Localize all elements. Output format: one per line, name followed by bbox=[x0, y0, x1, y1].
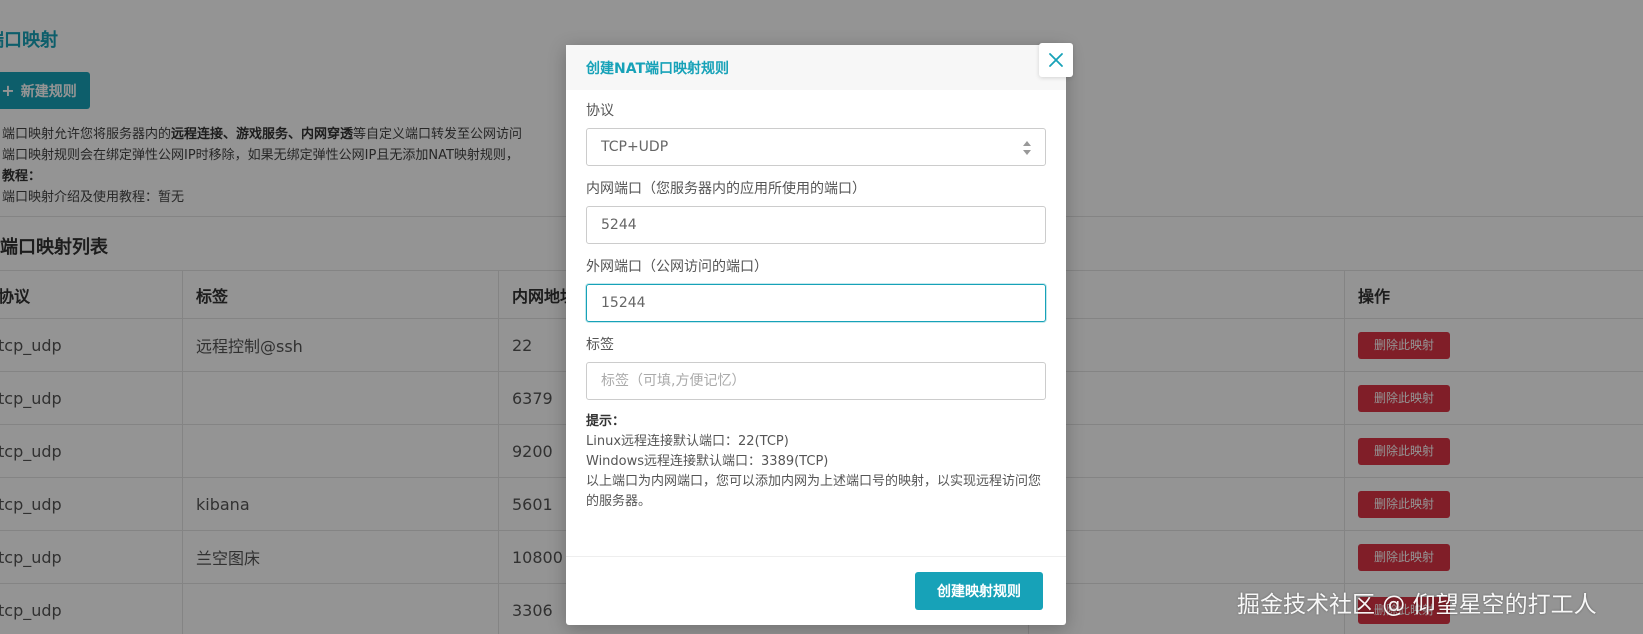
modal-body: 协议 TCP+UDP 内网端口（您服务器内的应用所使用的端口） 外网端口（公网访… bbox=[566, 90, 1066, 512]
internal-port-label: 内网端口（您服务器内的应用所使用的端口） bbox=[586, 181, 866, 197]
modal-header: 创建NAT端口映射规则 bbox=[566, 45, 1066, 90]
modal-title: 创建NAT端口映射规则 bbox=[586, 60, 730, 77]
tips-block: 提示： Linux远程连接默认端口：22(TCP) Windows远程连接默认端… bbox=[586, 412, 1046, 512]
select-arrows-icon bbox=[1023, 141, 1031, 155]
protocol-select[interactable]: TCP+UDP bbox=[586, 128, 1046, 166]
external-port-input[interactable] bbox=[586, 284, 1046, 322]
protocol-selected-value: TCP+UDP bbox=[601, 139, 669, 155]
close-button[interactable] bbox=[1039, 43, 1073, 77]
protocol-group: 协议 TCP+UDP bbox=[586, 100, 1046, 166]
tips-line-1: Linux远程连接默认端口：22(TCP) bbox=[586, 434, 789, 449]
tag-label: 标签 bbox=[586, 337, 614, 353]
modal-footer: 创建映射规则 bbox=[566, 556, 1066, 625]
tag-input[interactable] bbox=[586, 362, 1046, 400]
create-mapping-button[interactable]: 创建映射规则 bbox=[915, 572, 1043, 610]
external-port-label: 外网端口（公网访问的端口） bbox=[586, 259, 768, 275]
watermark: 掘金技术社区 @ 仰望星空的打工人 bbox=[1237, 592, 1597, 618]
create-nat-rule-dialog: 创建NAT端口映射规则 协议 TCP+UDP 内网端口（您服务器内的应用所使用的… bbox=[566, 43, 1073, 625]
internal-port-input[interactable] bbox=[586, 206, 1046, 244]
tag-group: 标签 bbox=[586, 334, 1046, 400]
external-port-group: 外网端口（公网访问的端口） bbox=[586, 256, 1046, 322]
tips-line-2: Windows远程连接默认端口：3389(TCP) bbox=[586, 454, 829, 469]
close-icon bbox=[1049, 53, 1063, 67]
tips-title: 提示： bbox=[586, 414, 626, 429]
internal-port-group: 内网端口（您服务器内的应用所使用的端口） bbox=[586, 178, 1046, 244]
protocol-label: 协议 bbox=[586, 103, 614, 119]
tips-line-3: 以上端口为内网端口，您可以添加内网为上述端口号的映射，以实现远程访问您的服务器。 bbox=[586, 474, 1042, 509]
